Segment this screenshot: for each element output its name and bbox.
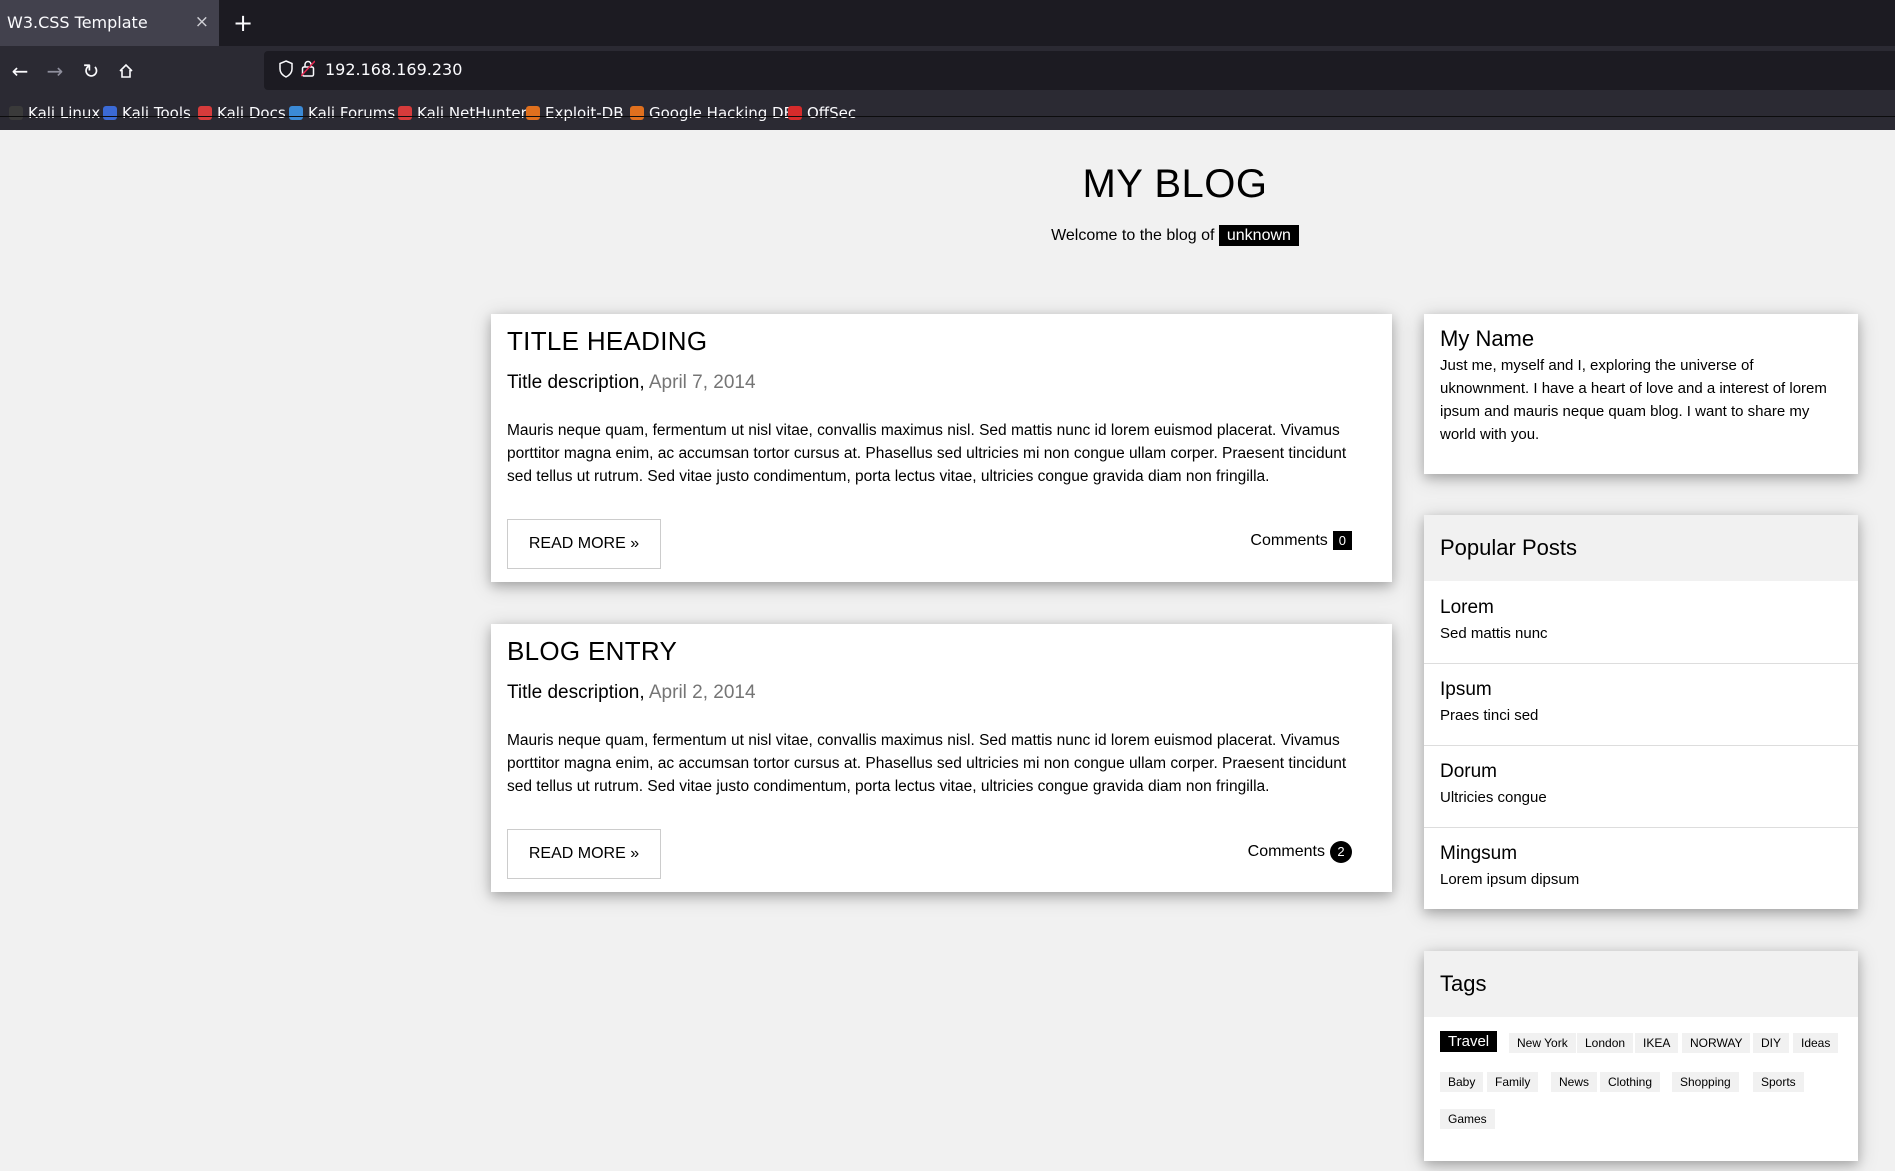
back-arrow-icon[interactable]: ← bbox=[3, 54, 37, 88]
popular-post-item[interactable]: Mingsum Lorem ipsum dipsum bbox=[1424, 827, 1858, 909]
tags-title: Tags bbox=[1440, 971, 1487, 996]
entry-description: Title description, April 2, 2014 bbox=[507, 682, 756, 704]
url-text: 192.168.169.230 bbox=[325, 60, 463, 79]
page: MY BLOG Welcome to the blog of unknown T… bbox=[0, 117, 1895, 1171]
comments-count-badge: 2 bbox=[1330, 841, 1352, 863]
read-more-button[interactable]: READ MORE » bbox=[507, 829, 661, 879]
post-title: Mingsum bbox=[1440, 843, 1518, 864]
tag-shopping[interactable]: Shopping bbox=[1672, 1072, 1739, 1092]
comments-label: Comments bbox=[1250, 531, 1328, 549]
entry-body: Mauris neque quam, fermentum ut nisl vit… bbox=[507, 422, 1347, 485]
reload-icon[interactable]: ↻ bbox=[74, 54, 108, 88]
comments-label: Comments bbox=[1247, 843, 1325, 860]
comments-link[interactable]: Comments 2 bbox=[1248, 841, 1352, 863]
lock-icon[interactable] bbox=[300, 60, 316, 81]
tag-ideas[interactable]: Ideas bbox=[1793, 1033, 1839, 1053]
comments-count-badge: 0 bbox=[1332, 531, 1352, 550]
entry-date: April 7, 2014 bbox=[648, 372, 756, 393]
url-bar[interactable]: 192.168.169.230 bbox=[264, 51, 1895, 90]
post-title: Lorem bbox=[1440, 597, 1494, 618]
about-card: My Name Just me, myself and I, exploring… bbox=[1424, 314, 1858, 474]
tag-clothing[interactable]: Clothing bbox=[1600, 1072, 1661, 1092]
welcome-line: Welcome to the blog of unknown bbox=[1010, 225, 1340, 246]
user-badge: unknown bbox=[1218, 225, 1299, 246]
entry-date: April 2, 2014 bbox=[648, 682, 756, 703]
entry-description: Title description, April 7, 2014 bbox=[507, 372, 756, 394]
tag-new-york[interactable]: New York bbox=[1509, 1033, 1576, 1053]
popular-posts-title: Popular Posts bbox=[1440, 535, 1577, 560]
post-title: Ipsum bbox=[1440, 679, 1492, 700]
blog-entry-card: BLOG ENTRY Title description, April 2, 2… bbox=[491, 624, 1392, 892]
tag-diy[interactable]: DIY bbox=[1753, 1033, 1790, 1053]
tag-family[interactable]: Family bbox=[1487, 1072, 1539, 1092]
shield-icon[interactable] bbox=[278, 60, 294, 82]
tab-close-icon[interactable]: × bbox=[195, 12, 209, 32]
about-text: Just me, myself and I, exploring the uni… bbox=[1440, 357, 1827, 443]
post-subtitle: Lorem ipsum dipsum bbox=[1440, 871, 1580, 888]
browser-tab[interactable]: W3.CSS Template × bbox=[0, 0, 219, 46]
tags-card: Tags Travel New York London IKEA NORWAY … bbox=[1424, 951, 1858, 1161]
blog-entry-card: TITLE HEADING Title description, April 7… bbox=[491, 314, 1392, 582]
popular-post-item[interactable]: Ipsum Praes tinci sed bbox=[1424, 663, 1858, 746]
welcome-text: Welcome to the blog of bbox=[1051, 227, 1215, 244]
read-more-button[interactable]: READ MORE » bbox=[507, 519, 661, 569]
tag-baby[interactable]: Baby bbox=[1440, 1072, 1484, 1092]
comments-link[interactable]: Comments 0 bbox=[1250, 531, 1352, 550]
tag-london[interactable]: London bbox=[1577, 1033, 1634, 1053]
post-subtitle: Praes tinci sed bbox=[1440, 707, 1539, 724]
popular-post-item[interactable]: Dorum Ultricies congue bbox=[1424, 745, 1858, 828]
tag-ikea[interactable]: IKEA bbox=[1635, 1033, 1679, 1053]
entry-title: BLOG ENTRY bbox=[507, 636, 678, 666]
post-subtitle: Sed mattis nunc bbox=[1440, 625, 1548, 642]
new-tab-button[interactable]: + bbox=[233, 9, 253, 37]
post-subtitle: Ultricies congue bbox=[1440, 789, 1547, 806]
entry-body: Mauris neque quam, fermentum ut nisl vit… bbox=[507, 732, 1347, 795]
popular-posts-header: Popular Posts bbox=[1424, 515, 1858, 581]
post-title: Dorum bbox=[1440, 761, 1498, 782]
home-icon[interactable] bbox=[109, 54, 143, 88]
browser-tabbar: W3.CSS Template × + bbox=[0, 0, 1895, 46]
tags-header: Tags bbox=[1424, 951, 1858, 1017]
tag-games[interactable]: Games bbox=[1440, 1109, 1495, 1129]
tab-title: W3.CSS Template bbox=[7, 13, 148, 32]
tag-norway[interactable]: NORWAY bbox=[1682, 1033, 1751, 1053]
popular-posts-card: Popular Posts Lorem Sed mattis nunc Ipsu… bbox=[1424, 515, 1858, 909]
about-title: My Name bbox=[1440, 326, 1535, 351]
entry-desc-text: Title description, bbox=[507, 682, 645, 703]
tag-sports[interactable]: Sports bbox=[1753, 1072, 1804, 1092]
entry-title: TITLE HEADING bbox=[507, 326, 708, 356]
entry-desc-text: Title description, bbox=[507, 372, 645, 393]
forward-arrow-icon[interactable]: → bbox=[38, 54, 72, 88]
tag-travel[interactable]: Travel bbox=[1440, 1031, 1498, 1052]
page-title: MY BLOG bbox=[1082, 162, 1268, 206]
popular-post-item[interactable]: Lorem Sed mattis nunc bbox=[1424, 581, 1858, 664]
tag-news[interactable]: News bbox=[1551, 1072, 1598, 1092]
